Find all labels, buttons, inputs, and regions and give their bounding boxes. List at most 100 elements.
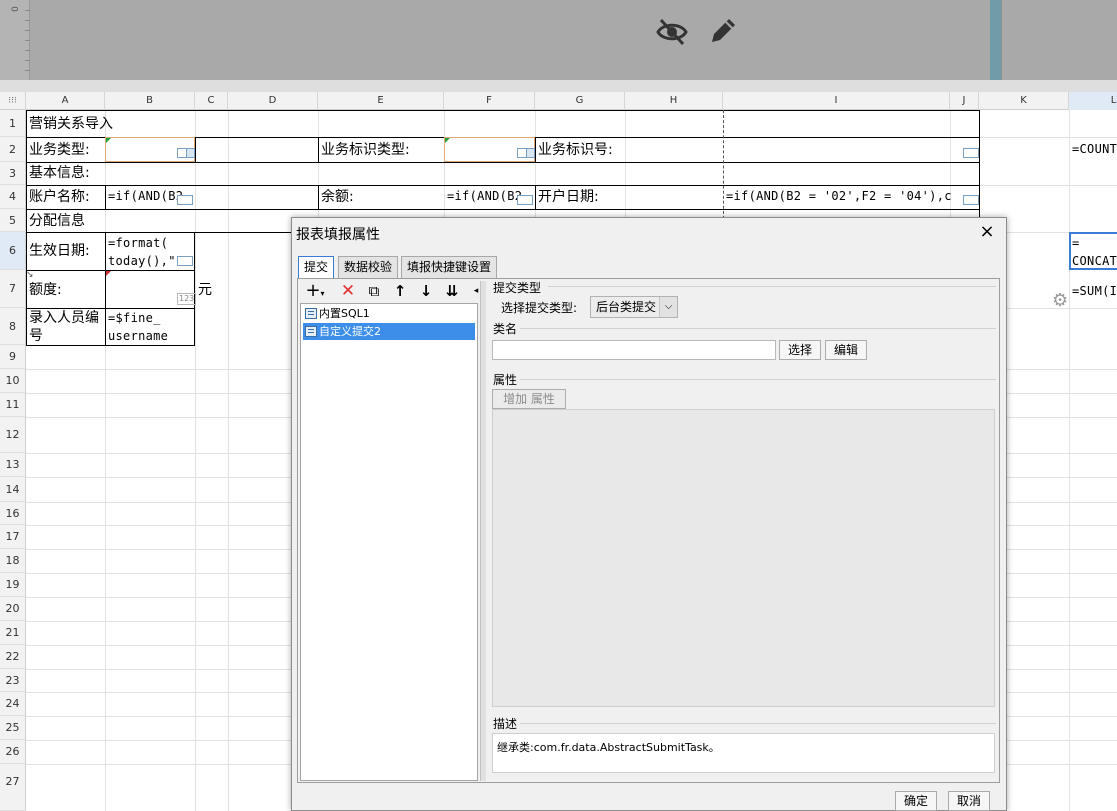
tab-submit[interactable]: 提交: [298, 256, 335, 278]
number-widget[interactable]: 123: [177, 293, 197, 305]
cell-l6-line1[interactable]: =: [1072, 234, 1080, 252]
cell-a8-line2[interactable]: 号: [29, 327, 43, 345]
column-header-l[interactable]: L: [1069, 92, 1117, 110]
column-header-g[interactable]: G: [535, 92, 625, 110]
row-header-23[interactable]: 23: [0, 669, 26, 692]
column-header-k[interactable]: K: [979, 92, 1069, 110]
cell-b8-line2[interactable]: username: [108, 327, 168, 345]
submit-type-select[interactable]: 后台类提交 ⌵: [590, 296, 678, 318]
date-widget[interactable]: [177, 256, 193, 266]
row-header-7[interactable]: 7: [0, 270, 26, 308]
cell-l2[interactable]: =COUNT: [1072, 140, 1117, 158]
column-header-f[interactable]: F: [444, 92, 535, 110]
add-property-button[interactable]: 增加 属性: [492, 389, 566, 409]
cell-b8-line1[interactable]: =$fine_: [108, 309, 161, 327]
row-header-16[interactable]: 16: [0, 502, 26, 525]
row-header-27[interactable]: 27: [0, 764, 26, 811]
cell-l6-line2[interactable]: CONCAT: [1072, 252, 1117, 270]
text-widget[interactable]: [963, 195, 979, 205]
add-icon[interactable]: +▾: [302, 281, 328, 301]
cell-b6-line1[interactable]: =format(: [108, 234, 168, 252]
classname-input[interactable]: [492, 340, 776, 360]
row-header-14[interactable]: 14: [0, 477, 26, 502]
submit-type-section-label: 提交类型: [493, 281, 542, 295]
text-widget[interactable]: [517, 195, 533, 205]
row-header-25[interactable]: 25: [0, 716, 26, 740]
panel-splitter[interactable]: [480, 281, 486, 781]
cell-a3[interactable]: 基本信息:: [29, 164, 90, 182]
column-header-j[interactable]: J: [950, 92, 979, 110]
text-widget[interactable]: [177, 195, 193, 205]
dropdown-arrow-icon[interactable]: [526, 148, 535, 158]
cell-g2[interactable]: 业务标识号:: [538, 141, 613, 159]
row-header-11[interactable]: 11: [0, 393, 26, 417]
list-item-selected[interactable]: 自定义提交2: [303, 323, 475, 340]
cell-a5[interactable]: 分配信息: [29, 212, 85, 230]
cell-e2[interactable]: 业务标识类型:: [321, 141, 410, 159]
dropdown-arrow-icon[interactable]: [186, 148, 195, 158]
cell-c7[interactable]: 元: [198, 281, 212, 299]
column-header-d[interactable]: D: [228, 92, 318, 110]
edit-button[interactable]: 编辑: [825, 340, 867, 360]
row-header-6[interactable]: 6: [0, 232, 26, 270]
collapse-left-icon[interactable]: ◂: [472, 281, 480, 301]
cell-a8-line1[interactable]: 录入人员编: [29, 309, 99, 327]
cell-a4[interactable]: 账户名称:: [29, 188, 90, 206]
cell-a1[interactable]: 营销关系导入: [29, 115, 113, 133]
column-header-i[interactable]: I: [723, 92, 950, 110]
list-item[interactable]: 内置SQL1: [303, 305, 370, 322]
row-header-5[interactable]: 5: [0, 209, 26, 232]
row-header-24[interactable]: 24: [0, 692, 26, 716]
cell-a6[interactable]: 生效日期:: [29, 242, 90, 260]
cancel-button[interactable]: 取消: [948, 791, 990, 811]
row-header-17[interactable]: 17: [0, 525, 26, 549]
column-header-b[interactable]: B: [105, 92, 195, 110]
cell-e4[interactable]: 余额:: [321, 188, 354, 206]
delete-icon[interactable]: ✕: [338, 281, 358, 301]
ruler-tick: [25, 30, 30, 31]
tab-shortcut-settings[interactable]: 填报快捷键设置: [401, 256, 498, 278]
row-header-19[interactable]: 19: [0, 573, 26, 597]
list-item-label: 内置SQL1: [319, 307, 370, 320]
row-header-26[interactable]: 26: [0, 740, 26, 764]
ok-button[interactable]: 确定: [895, 791, 937, 811]
row-header-1[interactable]: 1: [0, 110, 26, 137]
move-up-icon[interactable]: ↑: [390, 281, 410, 301]
row-header-4[interactable]: 4: [0, 185, 26, 209]
row-header-13[interactable]: 13: [0, 453, 26, 477]
pencil-icon[interactable]: [707, 15, 739, 47]
text-widget[interactable]: [963, 148, 979, 158]
move-to-bottom-icon[interactable]: ⇊: [442, 281, 462, 301]
row-header-21[interactable]: 21: [0, 621, 26, 645]
column-header-e[interactable]: E: [318, 92, 444, 110]
row-header-3[interactable]: 3: [0, 162, 26, 185]
cell-b6-line2[interactable]: today(),": [108, 252, 176, 270]
grid-line: [1069, 110, 1070, 811]
close-icon[interactable]: ×: [976, 222, 998, 244]
column-header-c[interactable]: C: [195, 92, 228, 110]
column-header-a[interactable]: A: [26, 92, 105, 110]
eye-slash-icon[interactable]: [655, 16, 689, 48]
row-header-22[interactable]: 22: [0, 645, 26, 669]
copy-icon[interactable]: ⧉: [364, 281, 384, 301]
tab-data-validation[interactable]: 数据校验: [338, 256, 399, 278]
row-header-18[interactable]: 18: [0, 549, 26, 573]
row-header-2[interactable]: 2: [0, 137, 26, 162]
cell-a7[interactable]: 额度:: [29, 281, 62, 299]
row-header-12[interactable]: 12: [0, 417, 26, 453]
cell-a2[interactable]: 业务类型:: [29, 141, 90, 159]
choose-button[interactable]: 选择: [779, 340, 821, 360]
row-header-10[interactable]: 10: [0, 369, 26, 393]
cell-i4[interactable]: =if(AND(B2 = '02',F2 = '04'),c: [726, 187, 976, 205]
row-header-9[interactable]: 9: [0, 345, 26, 369]
select-all-corner[interactable]: ⁝⁝⁝: [0, 92, 26, 110]
move-down-icon[interactable]: ↓: [416, 281, 436, 301]
widget-marker: [106, 271, 111, 276]
property-list[interactable]: [492, 409, 995, 707]
cell-g4[interactable]: 开户日期:: [538, 188, 599, 206]
gear-icon[interactable]: ⚙: [1052, 290, 1068, 311]
row-header-20[interactable]: 20: [0, 597, 26, 621]
column-header-h[interactable]: H: [625, 92, 723, 110]
row-header-8[interactable]: 8: [0, 308, 26, 345]
cell-l7[interactable]: =SUM(I: [1072, 282, 1117, 300]
